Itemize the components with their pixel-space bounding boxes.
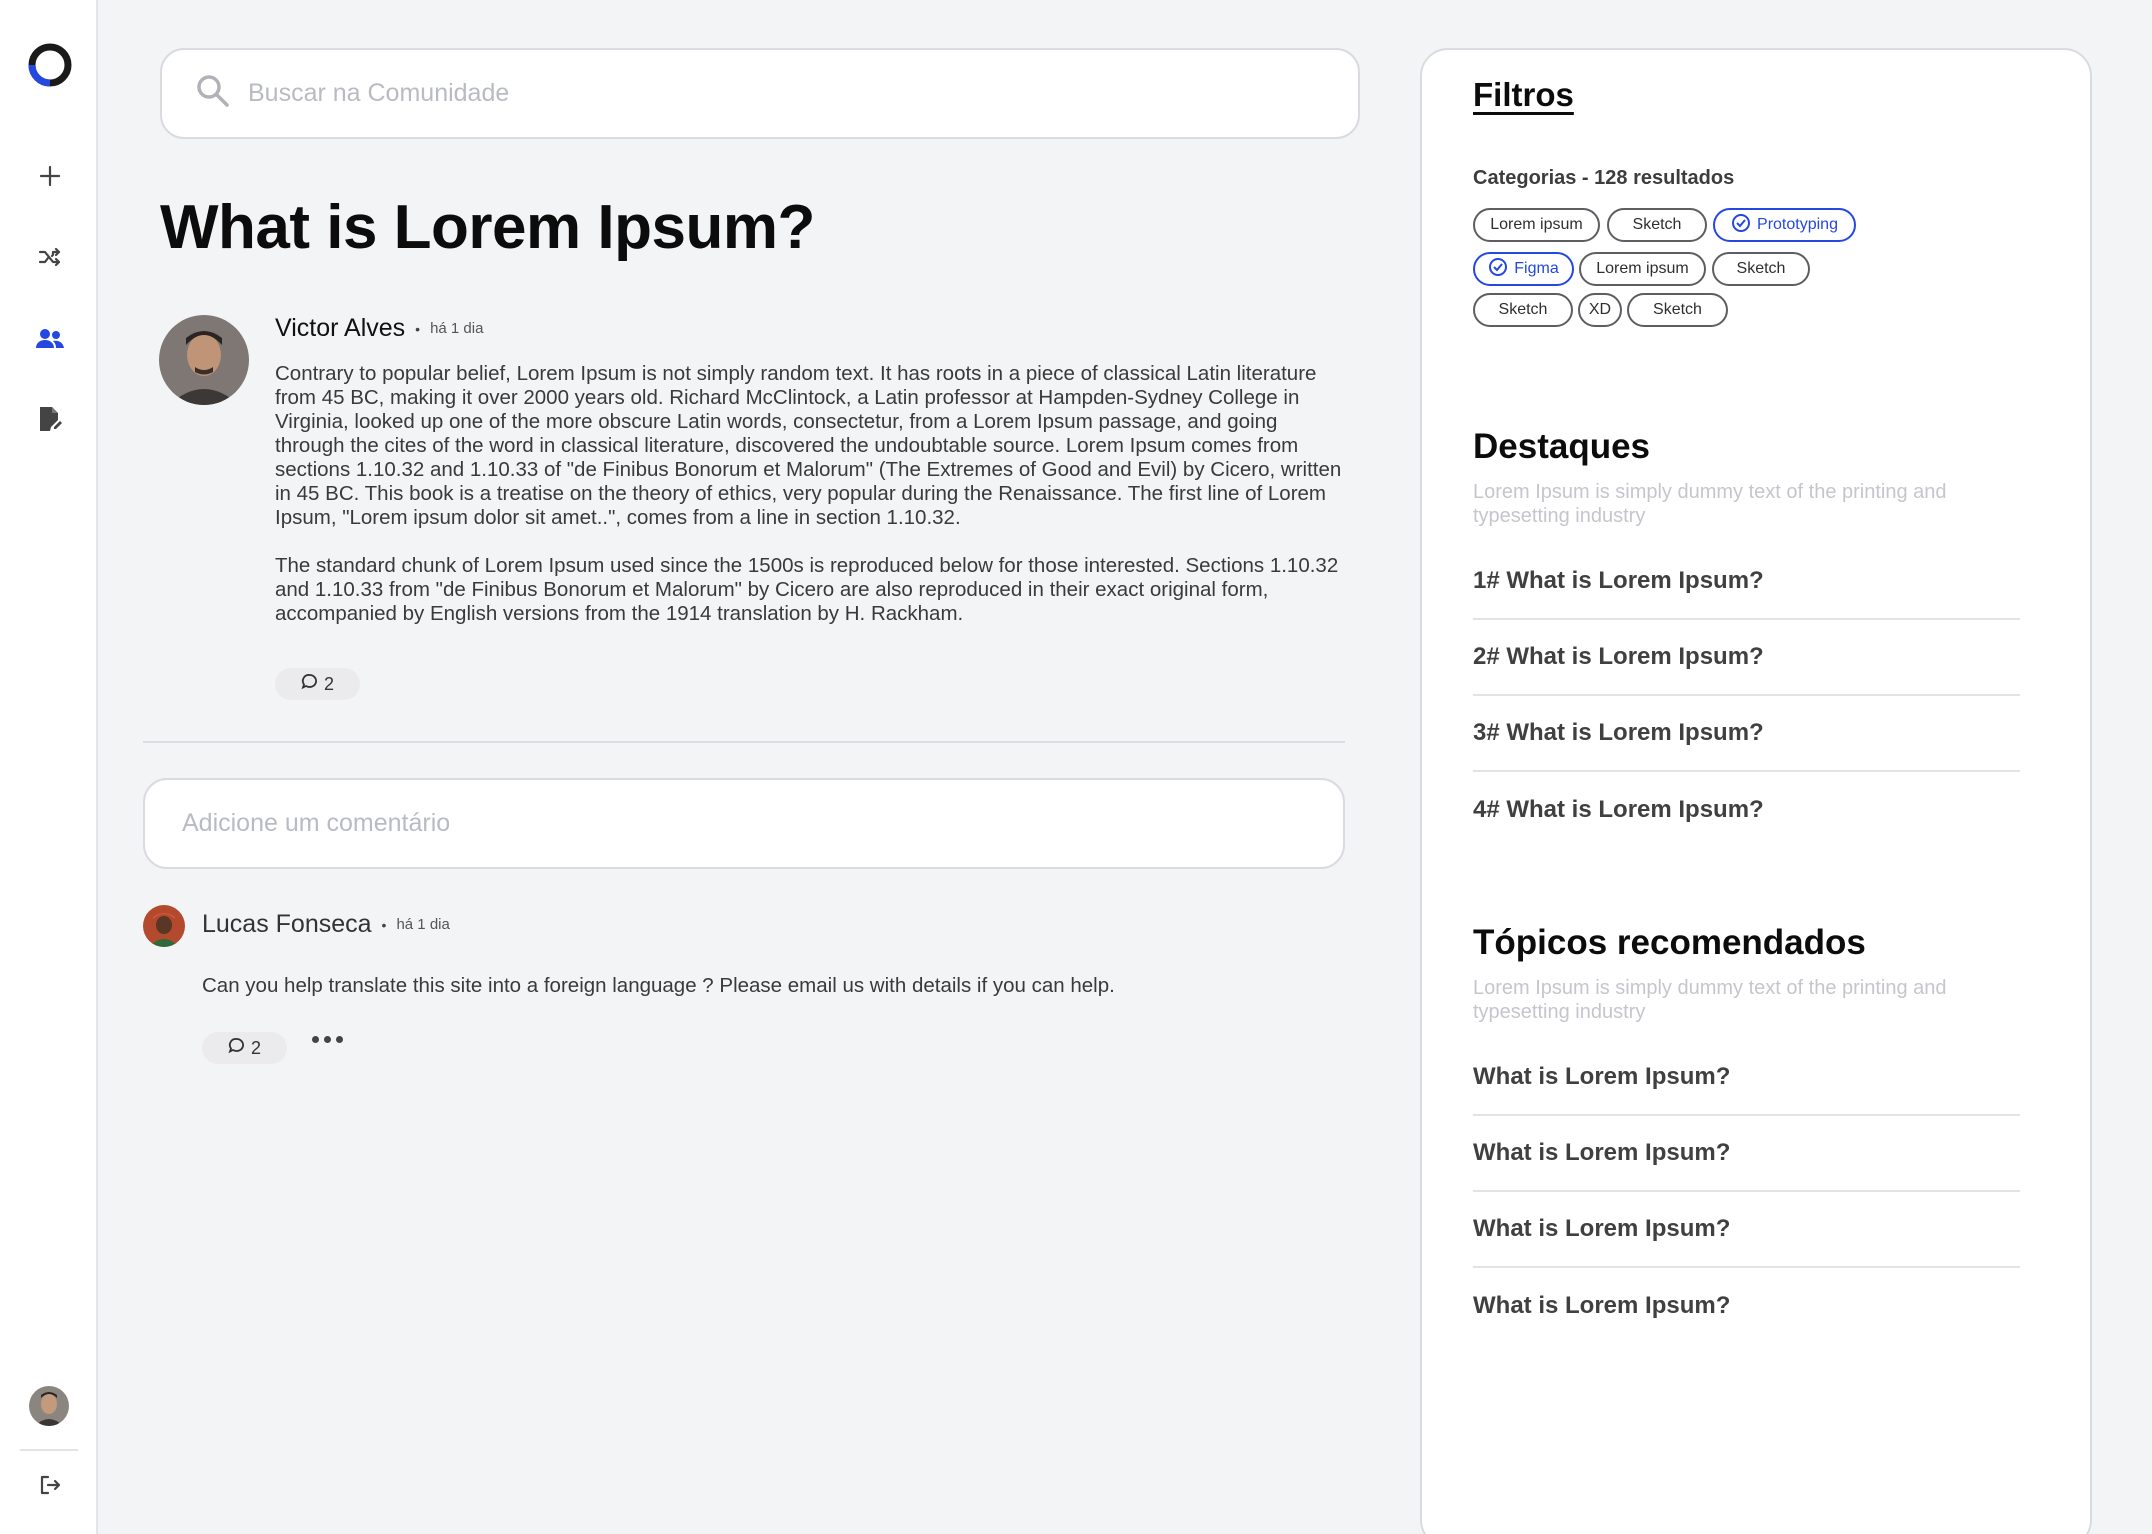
tag-chip[interactable]: Sketch bbox=[1607, 208, 1707, 242]
recommended-item[interactable]: What is Lorem Ipsum? bbox=[1473, 1268, 2020, 1344]
community-icon[interactable] bbox=[33, 322, 67, 356]
reply-count: 2 bbox=[250, 1037, 261, 1058]
comment-timestamp: há 1 dia bbox=[396, 916, 450, 933]
tag-chip[interactable]: XD bbox=[1578, 293, 1622, 327]
highlight-item[interactable]: 3# What is Lorem Ipsum? bbox=[1473, 696, 2020, 772]
recommended-item[interactable]: What is Lorem Ipsum? bbox=[1473, 1116, 2020, 1192]
logo-icon[interactable] bbox=[27, 42, 73, 88]
more-icon[interactable] bbox=[312, 1036, 343, 1043]
recommended-title: Tópicos recomendados bbox=[1473, 923, 1866, 962]
comment-icon bbox=[301, 673, 318, 695]
sidebar-divider bbox=[20, 1449, 78, 1451]
sidebar bbox=[0, 0, 98, 1534]
tag-chip[interactable]: Sketch bbox=[1712, 252, 1810, 286]
logout-icon[interactable] bbox=[33, 1468, 67, 1502]
highlights-subtitle: Lorem Ipsum is simply dummy text of the … bbox=[1473, 481, 1947, 527]
post-header: Victor Alves • há 1 dia bbox=[275, 314, 483, 343]
post-author-avatar[interactable] bbox=[159, 315, 249, 405]
tag-chip[interactable]: Lorem ipsum bbox=[1579, 252, 1706, 286]
search-input[interactable] bbox=[248, 79, 1248, 108]
user-avatar[interactable] bbox=[29, 1386, 69, 1426]
search-bar[interactable] bbox=[160, 48, 1360, 139]
tag-chip[interactable]: Lorem ipsum bbox=[1473, 208, 1600, 242]
page-title: What is Lorem Ipsum? bbox=[160, 193, 815, 262]
separator-dot: • bbox=[381, 916, 387, 933]
separator-dot: • bbox=[415, 320, 421, 337]
comment-author-name[interactable]: Lucas Fonseca bbox=[202, 910, 372, 939]
comment-count: 2 bbox=[323, 673, 334, 694]
recommended-item[interactable]: What is Lorem Ipsum? bbox=[1473, 1040, 2020, 1116]
check-badge-icon bbox=[1731, 213, 1751, 238]
highlights-title: Destaques bbox=[1473, 427, 1651, 466]
highlight-item[interactable]: 4# What is Lorem Ipsum? bbox=[1473, 772, 2020, 848]
tag-chip[interactable]: Sketch bbox=[1627, 293, 1728, 327]
recommended-item[interactable]: What is Lorem Ipsum? bbox=[1473, 1192, 2020, 1268]
plus-icon[interactable] bbox=[33, 159, 67, 193]
post-divider bbox=[143, 741, 1345, 743]
post-paragraph: The standard chunk of Lorem Ipsum used s… bbox=[275, 554, 1339, 625]
comment-text: Can you help translate this site into a … bbox=[202, 974, 1115, 997]
recommended-subtitle: Lorem Ipsum is simply dummy text of the … bbox=[1473, 977, 1947, 1023]
post-comment-count-button[interactable]: 2 bbox=[275, 668, 360, 700]
filters-title[interactable]: Filtros bbox=[1473, 76, 1574, 114]
comment-author-avatar[interactable] bbox=[143, 905, 185, 947]
post-timestamp: há 1 dia bbox=[430, 320, 484, 337]
tag-chip[interactable]: Sketch bbox=[1473, 293, 1573, 327]
post-paragraph: Contrary to popular belief, Lorem Ipsum … bbox=[275, 362, 1342, 529]
comment-input[interactable] bbox=[182, 809, 1282, 838]
check-badge-icon bbox=[1488, 257, 1508, 282]
post-author-name[interactable]: Victor Alves bbox=[275, 314, 405, 343]
shuffle-icon[interactable] bbox=[33, 240, 67, 274]
tag-chip-selected[interactable]: Prototyping bbox=[1713, 208, 1856, 242]
post-body: Contrary to popular belief, Lorem Ipsum … bbox=[275, 362, 1345, 626]
comment-box[interactable] bbox=[143, 778, 1345, 869]
right-panel: Filtros Categorias - 128 resultados Lore… bbox=[1420, 48, 2092, 1534]
comment-reply-count-button[interactable]: 2 bbox=[202, 1032, 287, 1064]
edit-document-icon[interactable] bbox=[33, 402, 67, 436]
comment-header: Lucas Fonseca • há 1 dia bbox=[202, 910, 450, 939]
comment-icon bbox=[228, 1037, 245, 1059]
highlight-item[interactable]: 1# What is Lorem Ipsum? bbox=[1473, 544, 2020, 620]
tag-chip-selected[interactable]: Figma bbox=[1473, 252, 1574, 286]
categories-label: Categorias - 128 resultados bbox=[1473, 167, 1735, 189]
highlight-item[interactable]: 2# What is Lorem Ipsum? bbox=[1473, 620, 2020, 696]
search-icon bbox=[196, 74, 230, 113]
